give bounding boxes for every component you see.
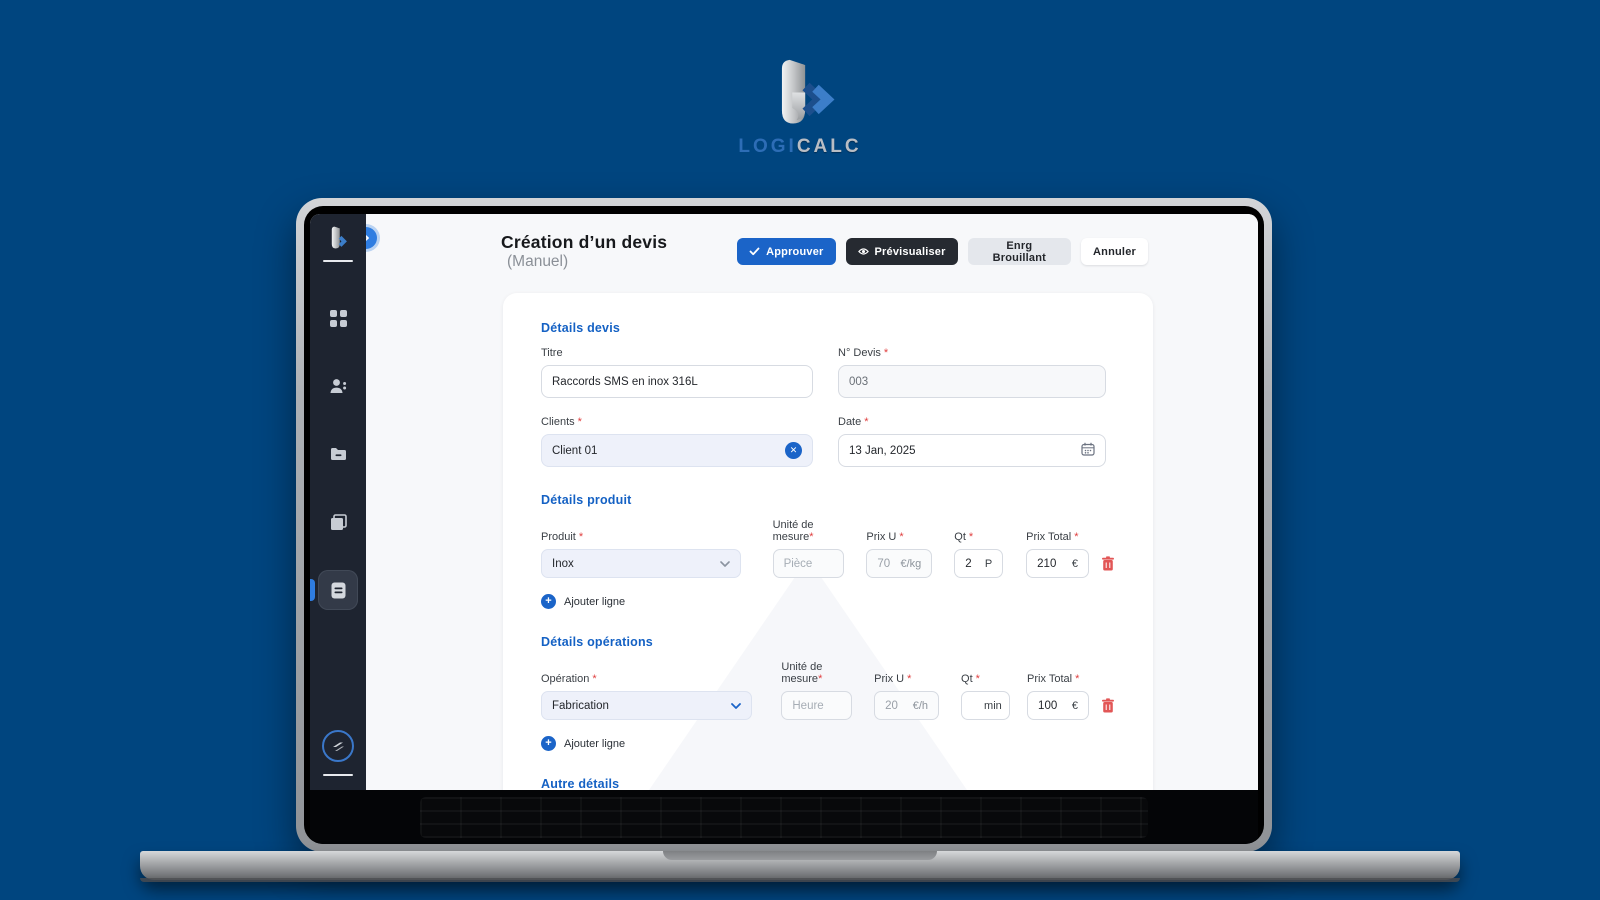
cancel-button[interactable]: Annuler [1081,238,1148,265]
produit-prix-u-field: Prix U* €/kg [866,531,932,578]
delete-operation-line-button[interactable] [1101,698,1115,713]
section-title: Autre détails [541,777,1115,790]
produit-line-row: Produit* Inox Unité de mesure* [541,519,1115,578]
sidebar [310,214,366,790]
sidebar-divider-bottom [323,774,353,776]
section-details-devis: Détails devis Titre N° Devis* [541,321,1115,467]
approve-button[interactable]: Approuver [737,238,835,265]
sidebar-logo[interactable] [323,226,353,252]
produit-unite-input[interactable] [773,549,845,578]
operation-field: Opération* Fabrication [541,673,752,720]
check-icon [749,246,760,257]
sidebar-divider-top [323,260,353,262]
operation-unite-field: Unité de mesure* [781,661,852,720]
document-icon [330,582,347,599]
produit-field: Produit* Inox [541,531,741,578]
chevron-down-icon [720,561,730,567]
page-subtitle: (Manuel) [507,253,568,270]
laptop-bezel: Création d’un devis (Manuel) Approuver [304,206,1264,844]
avatar-logo-icon [330,738,346,754]
operation-prix-total-input[interactable]: € [1027,691,1089,720]
section-title: Détails opérations [541,635,1115,649]
sidebar-item-pages[interactable] [318,502,358,542]
clear-client-button[interactable]: ✕ [785,442,802,459]
user-avatar[interactable] [322,730,354,762]
add-produit-line-button[interactable]: + Ajouter ligne [541,594,625,609]
section-title: Détails produit [541,493,1115,507]
sidebar-item-clients[interactable] [318,366,358,406]
sidebar-item-devis[interactable] [318,570,358,610]
section-autre-details: Autre détails Taxe* % [541,777,1115,790]
operation-qt-field: Qt* min [961,673,1010,720]
chevron-down-icon [731,703,741,709]
date-input[interactable] [838,434,1106,467]
save-draft-button[interactable]: Enrg Brouillant [968,238,1071,265]
produit-unite-field: Unité de mesure* [773,519,845,578]
sidebar-nav [310,298,366,610]
add-operation-line-button[interactable]: + Ajouter ligne [541,736,625,751]
section-details-operations: Détails opérations Opération* Fabricatio… [541,635,1115,751]
active-item-indicator [310,579,315,601]
produit-prix-total-input[interactable]: € [1026,549,1089,578]
plus-icon: + [541,736,556,751]
section-details-produit: Détails produit Produit* Inox [541,493,1115,609]
section-title: Détails devis [541,321,1115,335]
sidebar-bottom [322,730,354,784]
folder-icon [330,446,347,463]
laptop-keyboard [310,790,1258,844]
calendar-icon[interactable] [1081,442,1095,459]
copy-icon [330,514,347,531]
users-icon [330,378,347,395]
operation-select[interactable]: Fabrication [541,691,752,720]
operation-prix-total-field: Prix Total* € [1027,673,1089,720]
produit-prix-total-field: Prix Total* € [1026,531,1089,578]
operation-qt-input[interactable]: min [961,691,1010,720]
produit-qt-input[interactable]: P [954,549,1003,578]
page-header: Création d’un devis (Manuel) Approuver [366,214,1258,271]
num-devis-input[interactable] [838,365,1106,398]
produit-prix-u-input[interactable]: €/kg [866,549,932,578]
grid-icon [330,310,347,327]
eye-icon [858,246,869,257]
operation-prix-u-field: Prix U* €/h [874,673,939,720]
produit-qt-field: Qt* P [954,531,1003,578]
date-field: Date* [838,416,1106,467]
operation-prix-u-input[interactable]: €/h [874,691,939,720]
plus-icon: + [541,594,556,609]
clients-input[interactable]: ✕ [541,434,813,467]
brand-logo: LOGICALC [0,58,1600,158]
devis-form-card: Détails devis Titre N° Devis* [503,293,1153,790]
laptop-mockup: Création d’un devis (Manuel) Approuver [296,198,1272,852]
preview-button[interactable]: Prévisualiser [846,238,958,265]
delete-produit-line-button[interactable] [1101,556,1115,571]
num-devis-field: N° Devis* [838,347,1106,398]
operation-unite-input[interactable] [781,691,852,720]
header-actions: Approuver Prévisualiser Enrg Brouillant [737,238,1148,265]
num-devis-label: N° Devis* [838,347,1106,359]
chevron-right-icon [366,233,371,243]
laptop-base-notch [663,851,937,860]
titre-field: Titre [541,347,813,398]
trash-icon [1101,698,1115,713]
titre-label: Titre [541,347,813,359]
brand-logo-icon [757,58,843,134]
app-screen: Création d’un devis (Manuel) Approuver [310,214,1258,790]
date-label: Date* [838,416,1106,428]
page-title: Création d’un devis [501,232,667,252]
clients-label: Clients* [541,416,813,428]
laptop-base [140,851,1460,880]
main-content: Création d’un devis (Manuel) Approuver [366,214,1258,790]
clients-field: Clients* ✕ [541,416,813,467]
brand-logo-text: LOGICALC [738,136,861,158]
trash-icon [1101,556,1115,571]
operation-line-row: Opération* Fabrication Unité de mesure* [541,661,1115,720]
titre-input[interactable] [541,365,813,398]
sidebar-item-dashboard[interactable] [318,298,358,338]
produit-select[interactable]: Inox [541,549,741,578]
sidebar-item-folders[interactable] [318,434,358,474]
